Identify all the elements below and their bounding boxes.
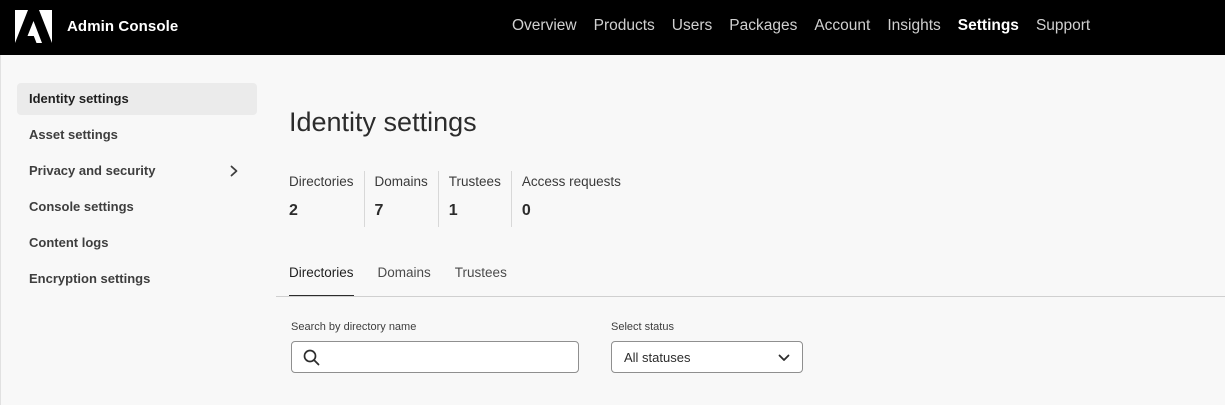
nav-support[interactable]: Support [1036,17,1090,37]
nav-settings[interactable]: Settings [958,17,1019,37]
nav-users[interactable]: Users [672,17,712,37]
sidebar-item-identity-settings[interactable]: Identity settings [17,83,257,115]
nav-products[interactable]: Products [594,17,655,37]
stat-value: 7 [374,202,384,219]
sidebar-item-label: Asset settings [29,127,118,142]
sidebar-item-encryption-settings[interactable]: Encryption settings [17,263,257,295]
search-icon [303,349,320,366]
status-label: Select status [611,321,674,333]
page-title: Identity settings [289,107,477,137]
settings-sidebar: Identity settings Asset settings Privacy… [17,83,257,299]
sidebar-item-console-settings[interactable]: Console settings [17,191,257,223]
identity-tabs: Directories Domains Trustees [289,265,531,297]
stat-access-requests: Access requests 0 [522,171,631,227]
top-navigation-bar: Admin Console Overview Products Users Pa… [0,0,1225,55]
nav-packages[interactable]: Packages [729,17,797,37]
sidebar-item-privacy-and-security[interactable]: Privacy and security [17,155,257,187]
tabs-divider [276,296,1225,297]
stat-label: Trustees [448,174,501,189]
sidebar-item-label: Privacy and security [29,163,156,178]
sidebar-item-label: Console settings [29,199,134,214]
tab-directories[interactable]: Directories [289,265,354,297]
sidebar-item-content-logs[interactable]: Content logs [17,227,257,259]
tab-domains[interactable]: Domains [378,265,431,297]
nav-account[interactable]: Account [814,17,870,37]
sidebar-item-asset-settings[interactable]: Asset settings [17,119,257,151]
status-select[interactable]: All statuses [611,341,803,373]
stat-domains: Domains 7 [375,171,439,227]
chevron-right-icon [230,165,238,177]
stat-trustees: Trustees 1 [449,171,512,227]
chevron-down-icon [778,354,790,361]
sidebar-item-label: Content logs [29,235,109,250]
identity-stats: Directories 2 Domains 7 Trustees 1 Acces… [289,171,641,227]
search-input[interactable] [326,344,574,370]
stat-value: 2 [289,202,298,219]
tab-trustees[interactable]: Trustees [455,265,507,297]
stat-label: Domains [374,174,428,189]
nav-overview[interactable]: Overview [512,17,577,37]
sidebar-item-label: Encryption settings [29,271,151,286]
stat-label: Directories [289,174,354,189]
search-field[interactable] [291,341,579,373]
stat-label: Access requests [521,174,621,189]
search-label: Search by directory name [291,321,417,333]
sidebar-item-label: Identity settings [29,91,129,106]
stat-value: 0 [521,202,531,219]
main-nav: Overview Products Users Packages Account… [512,17,1107,37]
app-title[interactable]: Admin Console [67,18,178,35]
stat-value: 1 [448,202,458,219]
status-select-value: All statuses [624,350,691,365]
adobe-logo-icon[interactable] [15,10,52,43]
stat-directories: Directories 2 [289,171,365,227]
nav-insights[interactable]: Insights [887,17,940,37]
